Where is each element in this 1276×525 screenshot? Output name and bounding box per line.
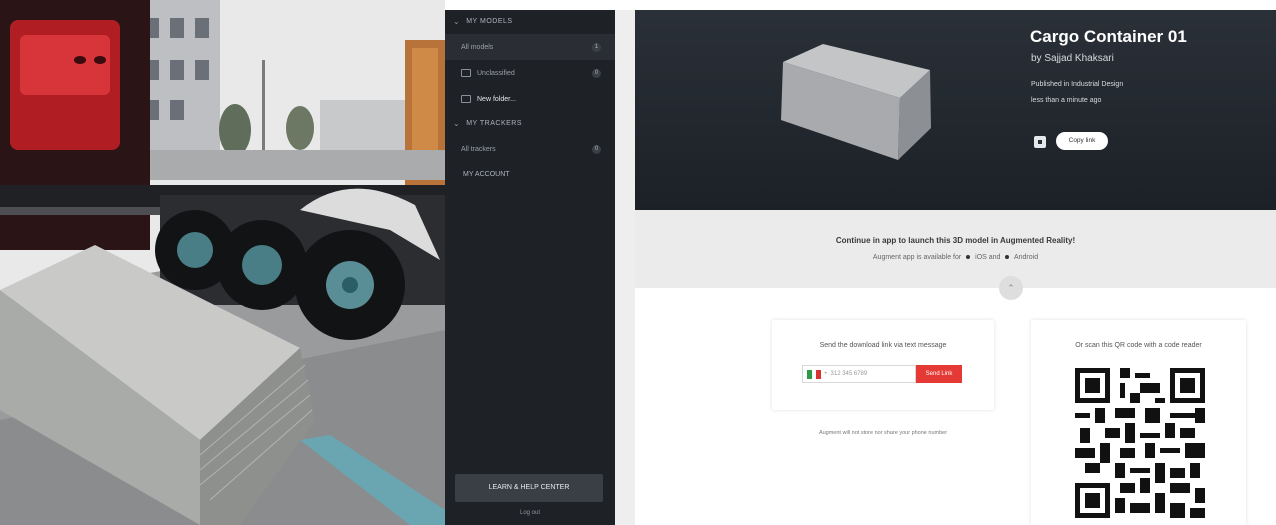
italy-flag-icon[interactable] xyxy=(807,369,822,379)
sidebar-item-all-trackers[interactable]: All trackers 0 xyxy=(445,136,615,162)
open-in-app-band: Continue in app to launch this 3D model … xyxy=(635,210,1276,288)
android-icon xyxy=(1005,255,1010,260)
sidebar-item-new-folder[interactable]: New folder... xyxy=(445,86,615,112)
collapse-icon[interactable]: ⌃ xyxy=(999,276,1023,300)
download-options: ⌃ Send the download link via text messag… xyxy=(635,276,1276,525)
item-count-badge: 0 xyxy=(592,144,601,154)
new-folder-icon xyxy=(461,95,471,103)
app-availability: Augment app is available for iOS and And… xyxy=(635,254,1276,261)
sidebar-item-my-account[interactable]: MY ACCOUNT xyxy=(445,162,615,188)
ar-camera-photo xyxy=(0,0,445,525)
sidebar-item-unclassified[interactable]: Unclassified 0 xyxy=(445,60,615,86)
sidebar-item-label: Unclassified xyxy=(477,69,515,77)
sidebar-section-label: MY TRACKERS xyxy=(466,120,523,127)
sms-card: Send the download link via text message … xyxy=(772,320,994,410)
logout-link[interactable]: Log out xyxy=(445,510,615,516)
qr-code-icon xyxy=(1075,368,1205,518)
model-banner: Cargo Container 01 by Sajjad Khaksari Pu… xyxy=(635,10,1276,210)
model-title: Cargo Container 01 xyxy=(1030,27,1187,46)
folder-icon xyxy=(461,69,471,77)
share-icon[interactable] xyxy=(1034,136,1046,148)
apple-icon xyxy=(966,255,971,260)
sidebar-section-my-models[interactable]: ⌄ MY MODELS xyxy=(445,10,615,34)
availability-text: Augment app is available for xyxy=(872,254,962,261)
ios-link[interactable]: iOS and xyxy=(975,254,1000,261)
send-link-button[interactable]: Send Link xyxy=(916,365,962,383)
chevron-down-icon: ⌄ xyxy=(453,17,461,26)
chevron-down-icon: ⌄ xyxy=(453,119,461,128)
ar-scene-illustration xyxy=(0,0,445,525)
sidebar-section-my-trackers[interactable]: ⌄ MY TRACKERS xyxy=(445,112,615,136)
item-count-badge: 1 xyxy=(592,42,601,52)
privacy-note: Augment will not store nor share your ph… xyxy=(818,430,948,436)
sms-card-title: Send the download link via text message xyxy=(819,342,947,349)
learn-help-center-button[interactable]: LEARN & HELP CENTER xyxy=(455,474,603,502)
3d-model-viewer[interactable] xyxy=(635,10,1015,210)
phone-number-input[interactable]: + 312 345 6789 xyxy=(802,365,916,383)
model-timestamp: less than a minute ago xyxy=(1031,97,1102,104)
qr-card-title: Or scan this QR code with a code reader xyxy=(1075,342,1202,349)
sidebar-section-label: MY MODELS xyxy=(466,18,513,25)
android-link[interactable]: Android xyxy=(1014,254,1038,261)
country-code: + xyxy=(824,371,828,377)
item-count-badge: 0 xyxy=(592,68,601,78)
sidebar-item-label: All trackers xyxy=(461,145,496,153)
copy-link-button[interactable]: Copy link xyxy=(1056,132,1108,150)
sidebar-item-label: New folder... xyxy=(477,95,516,103)
qr-card: Or scan this QR code with a code reader xyxy=(1031,320,1246,525)
phone-placeholder: 312 345 6789 xyxy=(830,371,868,377)
sidebar: ⌄ MY MODELS All models 1 Unclassified 0 … xyxy=(445,10,615,525)
cta-headline: Continue in app to launch this 3D model … xyxy=(835,236,1076,245)
model-author[interactable]: by Sajjad Khaksari xyxy=(1031,53,1114,64)
model-detail-page: Cargo Container 01 by Sajjad Khaksari Pu… xyxy=(615,10,1276,525)
model-category: Published in Industrial Design xyxy=(1031,81,1124,88)
sidebar-item-label: All models xyxy=(461,43,494,51)
sidebar-item-all-models[interactable]: All models 1 xyxy=(445,34,615,60)
